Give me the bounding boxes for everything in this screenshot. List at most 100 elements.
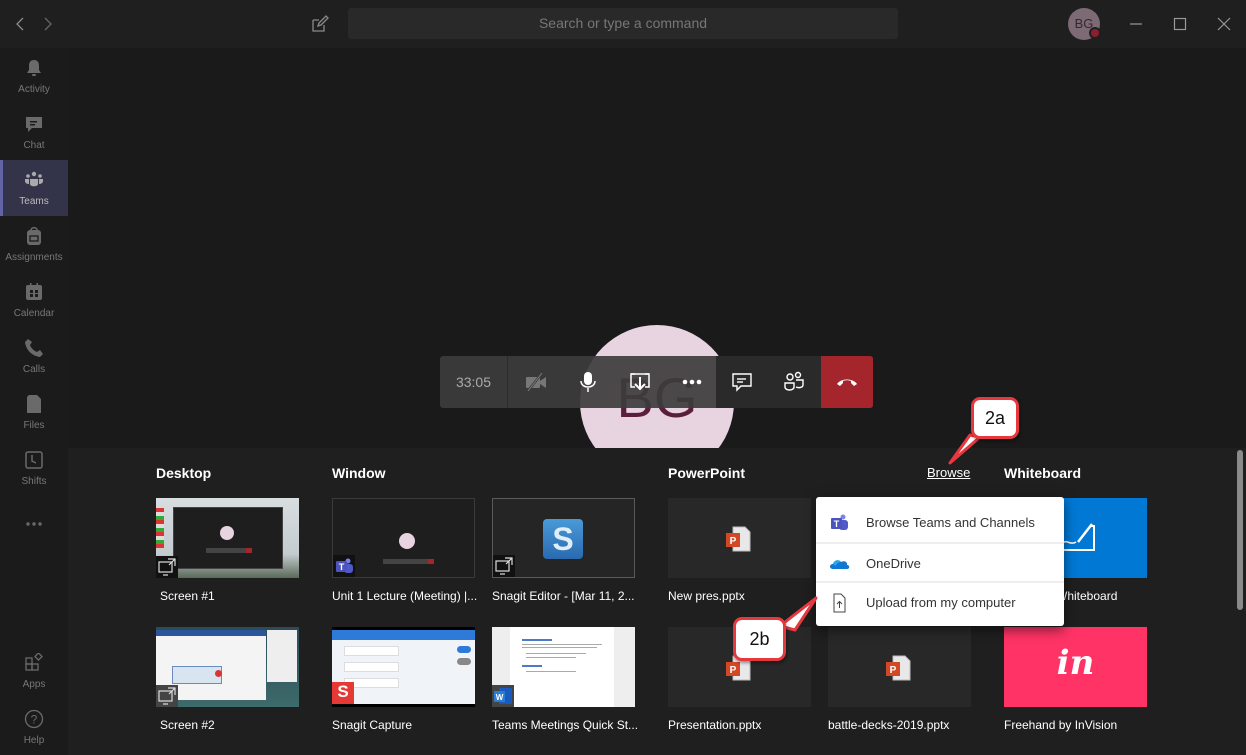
share-tray-button[interactable]: [614, 356, 666, 408]
presence-badge: [1089, 27, 1101, 39]
microphone-button[interactable]: [562, 356, 614, 408]
window-tile-snagit-capture[interactable]: S: [332, 627, 475, 707]
search-input[interactable]: Search or type a command: [348, 8, 898, 39]
browse-menu-item-upload[interactable]: Upload from my computer: [816, 581, 1064, 620]
more-actions-button[interactable]: [666, 356, 718, 408]
conversation-icon: [732, 373, 752, 392]
rail-label: Assignments: [5, 252, 63, 263]
snagit-capture-badge: S: [332, 682, 354, 704]
call-timer: 33:05: [440, 356, 508, 408]
teams-logo-icon: T: [336, 558, 353, 573]
rail-label: Calls: [22, 364, 46, 375]
maximize-button[interactable]: [1168, 12, 1192, 36]
hang-up-icon: [837, 379, 857, 386]
whiteboard-tile-freehand-invision[interactable]: in: [1004, 627, 1147, 707]
tile-label: Unit 1 Lecture (Meeting) |...: [332, 589, 478, 603]
word-logo-icon: W: [494, 688, 512, 704]
tile-label: battle-decks-2019.pptx: [828, 718, 950, 732]
rail-item-calls[interactable]: Calls: [0, 328, 68, 384]
teams-icon: [25, 171, 43, 187]
rail-item-help[interactable]: ? Help: [0, 699, 68, 755]
forward-button[interactable]: [38, 12, 58, 36]
callout-2a: 2a: [971, 397, 1019, 439]
back-icon: [16, 17, 24, 31]
calendar-icon: [26, 283, 42, 300]
more-actions-icon: [682, 379, 702, 385]
callout-2b: 2b: [733, 617, 786, 661]
hang-up-button[interactable]: [821, 356, 873, 408]
camera-off-icon: [526, 372, 546, 392]
share-tray-scrollbar[interactable]: [1237, 450, 1243, 610]
participants-button[interactable]: [768, 356, 820, 408]
rail-item-apps[interactable]: Apps: [0, 643, 68, 699]
upload-file-icon: [833, 593, 846, 613]
new-chat-button[interactable]: [310, 14, 330, 34]
word-app-badge: W: [492, 685, 514, 707]
chat-icon: [26, 117, 42, 132]
rail-item-more[interactable]: [0, 496, 68, 552]
window-tile-snagit-editor[interactable]: S: [492, 498, 635, 578]
help-icon: ?: [24, 709, 44, 729]
apps-icon: [25, 653, 43, 671]
screen-badge: [493, 555, 515, 577]
minimize-icon: [1130, 23, 1142, 25]
bell-icon: [27, 60, 41, 76]
rail-label: Shifts: [21, 476, 47, 487]
rail-item-files[interactable]: Files: [0, 384, 68, 440]
back-button[interactable]: [10, 12, 30, 36]
menu-item-label: OneDrive: [866, 556, 921, 571]
section-title-desktop: Desktop: [156, 465, 212, 481]
rail-item-assignments[interactable]: Assignments: [0, 216, 68, 272]
monitor-share-icon: [158, 558, 176, 576]
desktop-tile-screen-1[interactable]: [156, 498, 299, 578]
section-title-window: Window: [332, 465, 386, 481]
menu-item-label: Browse Teams and Channels: [866, 515, 1035, 530]
rail-item-calendar[interactable]: Calendar: [0, 272, 68, 328]
window-tile-teams-meetings-doc[interactable]: W: [492, 627, 635, 707]
rail-label: Help: [23, 735, 45, 746]
tile-label: Screen #2: [160, 718, 215, 732]
maximize-icon: [1173, 17, 1187, 31]
menu-item-label: Upload from my computer: [866, 595, 1016, 610]
rail-item-activity[interactable]: Activity: [0, 48, 68, 104]
rail-label: Activity: [18, 84, 50, 95]
share-tray-icon: [630, 373, 650, 391]
rail-label: Calendar: [13, 308, 55, 319]
rail-label: Files: [23, 420, 45, 431]
browse-link[interactable]: Browse: [927, 465, 970, 480]
compose-icon: [312, 15, 329, 32]
browse-menu: T Browse Teams and Channels OneDrive Upl…: [816, 497, 1064, 626]
pptx-file-icon: P: [886, 655, 911, 681]
monitor-share-icon: [158, 687, 176, 705]
rail-item-shifts[interactable]: Shifts: [0, 440, 68, 496]
tile-label: Screen #1: [160, 589, 215, 603]
more-icon: [26, 522, 42, 526]
minimize-button[interactable]: [1124, 12, 1148, 36]
svg-text:P: P: [730, 536, 737, 547]
ppt-tile-battle-decks[interactable]: P: [828, 627, 971, 707]
call-controls-bar: 33:05: [440, 356, 873, 408]
rail-item-teams[interactable]: Teams: [0, 160, 68, 216]
tile-label: Presentation.pptx: [668, 718, 762, 732]
conversation-button[interactable]: [716, 356, 768, 408]
teams-logo-icon: T: [831, 514, 848, 530]
svg-text:P: P: [890, 665, 897, 676]
window-tile-unit1-lecture[interactable]: T: [332, 498, 475, 578]
desktop-tile-screen-2[interactable]: [156, 627, 299, 707]
phone-icon: [25, 339, 43, 357]
camera-toggle-button[interactable]: [510, 356, 562, 408]
close-button[interactable]: [1212, 12, 1236, 36]
ppt-tile-new-pres[interactable]: P: [668, 498, 811, 578]
microphone-icon: [580, 372, 596, 392]
title-bar: Search or type a command BG: [0, 0, 1246, 48]
section-title-whiteboard: Whiteboard: [1004, 465, 1081, 481]
tile-label: Teams Meetings Quick St...: [492, 718, 639, 732]
document-preview: [510, 627, 614, 707]
browse-menu-item-teams-channels[interactable]: T Browse Teams and Channels: [816, 503, 1064, 542]
pptx-file-icon: P: [726, 526, 751, 552]
screen-preview: [173, 507, 283, 569]
clock-icon: [25, 451, 43, 469]
browse-menu-item-onedrive[interactable]: OneDrive: [816, 542, 1064, 581]
rail-item-chat[interactable]: Chat: [0, 104, 68, 160]
rail-label: Teams: [19, 196, 49, 207]
